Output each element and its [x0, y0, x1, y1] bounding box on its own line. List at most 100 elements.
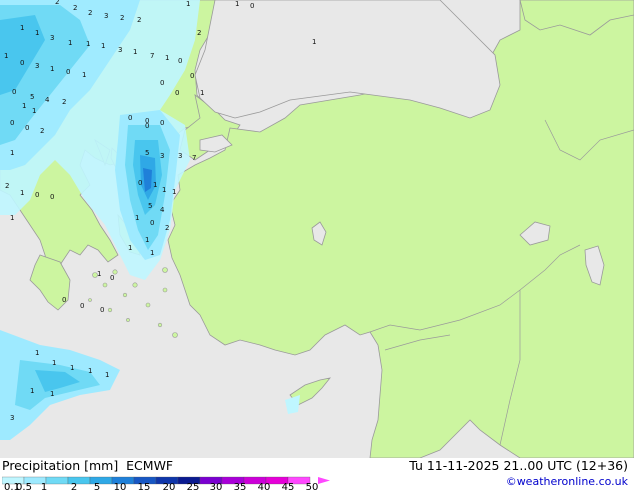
- footer-bar: Precipitation [mm] ECMWF Tu 11-11-2025 2…: [0, 458, 634, 490]
- precip-value: 4: [160, 206, 165, 214]
- precip-value: 1: [22, 102, 26, 110]
- scale-tick-label: 50: [306, 482, 319, 490]
- precip-value: 1: [162, 186, 166, 194]
- precip-value: 1: [150, 249, 154, 257]
- precip-value: 0: [35, 191, 39, 199]
- credit-link[interactable]: ©weatheronline.co.uk: [506, 475, 628, 488]
- precip-value: 3: [178, 152, 182, 160]
- precip-value: 0: [20, 59, 24, 67]
- precip-value: 1: [186, 0, 190, 8]
- precip-value: 2: [165, 224, 169, 232]
- precip-value: 1: [35, 29, 39, 37]
- precip-value: 2: [40, 127, 44, 135]
- scale-tick-label: 40: [258, 482, 271, 490]
- precip-value: 1: [172, 188, 176, 196]
- precip-value: 1: [153, 181, 157, 189]
- precip-value: 1: [200, 89, 204, 97]
- scale-tick-label: 0.5: [16, 482, 32, 490]
- precip-value: 1: [105, 371, 109, 379]
- chart-title: Precipitation [mm] ECMWF: [2, 458, 174, 473]
- precip-value: 1: [20, 24, 24, 32]
- scale-tick-label: 35: [234, 482, 247, 490]
- precip-value: 1: [312, 38, 316, 46]
- precip-value: 0: [160, 119, 164, 127]
- valid-time: Tu 11-11-2025 21..00 UTC (12+36): [409, 458, 628, 473]
- precip-value: 4: [45, 96, 50, 104]
- precip-value: 7: [150, 52, 154, 60]
- scale-box: [45, 476, 69, 485]
- precip-value: 3: [50, 34, 54, 42]
- precip-value: 0: [250, 2, 254, 10]
- precip-value: 3: [10, 414, 14, 422]
- precip-value: 1: [20, 189, 24, 197]
- precip-value: 1: [235, 0, 239, 8]
- scale-tick-label: 1: [41, 482, 47, 490]
- precip-value: 0: [100, 306, 104, 314]
- precip-value: 1: [35, 349, 39, 357]
- precip-value: 1: [82, 71, 86, 79]
- precip-value: 3: [104, 12, 108, 20]
- scale-arrow: [318, 477, 330, 484]
- precip-value: 1: [50, 65, 54, 73]
- precip-value: 0: [66, 68, 70, 76]
- precip-value: 2: [62, 98, 66, 106]
- precip-value: 1: [88, 367, 92, 375]
- precip-value: 0: [12, 88, 16, 96]
- precip-value: 1: [165, 54, 169, 62]
- precip-value: 1: [97, 270, 101, 278]
- precip-value: 1: [4, 52, 8, 60]
- precip-value: 1: [101, 42, 105, 50]
- precip-value: 3: [35, 62, 39, 70]
- scale-tick-label: 30: [210, 482, 223, 490]
- precip-value: 2: [137, 16, 141, 24]
- precip-value: 0: [160, 79, 164, 87]
- precip-value: 0: [110, 274, 114, 282]
- precip-value: 1: [128, 244, 132, 252]
- scale-tick-label: 45: [282, 482, 295, 490]
- precip-value: 2: [5, 182, 9, 190]
- scale-tick-label: 5: [94, 482, 100, 490]
- precip-value: 7: [192, 154, 196, 162]
- scale-tick-label: 10: [114, 482, 127, 490]
- precip-value: 1: [32, 107, 36, 115]
- precip-value: 1: [133, 48, 137, 56]
- precip-value: 0: [25, 124, 29, 132]
- precip-value: 0: [138, 179, 142, 187]
- scale-tick-label: 20: [163, 482, 176, 490]
- precip-value: 1: [68, 39, 72, 47]
- precip-value: 5: [30, 93, 34, 101]
- precip-value: 0: [128, 114, 132, 122]
- precip-value: 2: [88, 9, 92, 17]
- precipitation-map: 222 3 2 21 1 01131 1 1 3 1 7 1 020 3 1 0 1105 4 200 2121 0 01…: [0, 0, 634, 458]
- precip-value: 1: [86, 40, 90, 48]
- precip-value: 0: [80, 302, 84, 310]
- precip-value: 1: [70, 364, 74, 372]
- precip-value: 3: [160, 152, 164, 160]
- precip-value: 1: [145, 236, 149, 244]
- color-scale: 0.10.5 1 2 5 10 15 20 25 30 35 40 45 50: [2, 476, 330, 490]
- scale-tick-label: 2: [71, 482, 77, 490]
- precip-value: 0: [62, 296, 66, 304]
- precip-value: 2: [55, 0, 59, 6]
- precip-value: 0: [145, 122, 149, 130]
- precip-value: 0: [190, 72, 194, 80]
- precip-value: 1: [10, 214, 14, 222]
- scale-tick-label: 25: [187, 482, 200, 490]
- precip-value: 0: [10, 119, 14, 127]
- precip-value: 2: [197, 29, 201, 37]
- scale-tick-label: 15: [138, 482, 151, 490]
- precip-value: 1: [10, 149, 14, 157]
- precip-value: 0: [175, 89, 179, 97]
- precip-value: 1: [30, 387, 34, 395]
- precip-value: 5: [148, 202, 152, 210]
- precip-value: 2: [120, 14, 124, 22]
- precip-value: 2: [73, 4, 77, 12]
- precip-value: 0: [50, 193, 54, 201]
- precip-value: 0: [150, 219, 154, 227]
- precip-value: 0: [178, 57, 182, 65]
- precip-value: 3: [118, 46, 122, 54]
- precip-value: 1: [52, 359, 56, 367]
- precip-value: 1: [135, 214, 139, 222]
- precip-value: 5: [145, 149, 149, 157]
- precip-value: 1: [50, 390, 54, 398]
